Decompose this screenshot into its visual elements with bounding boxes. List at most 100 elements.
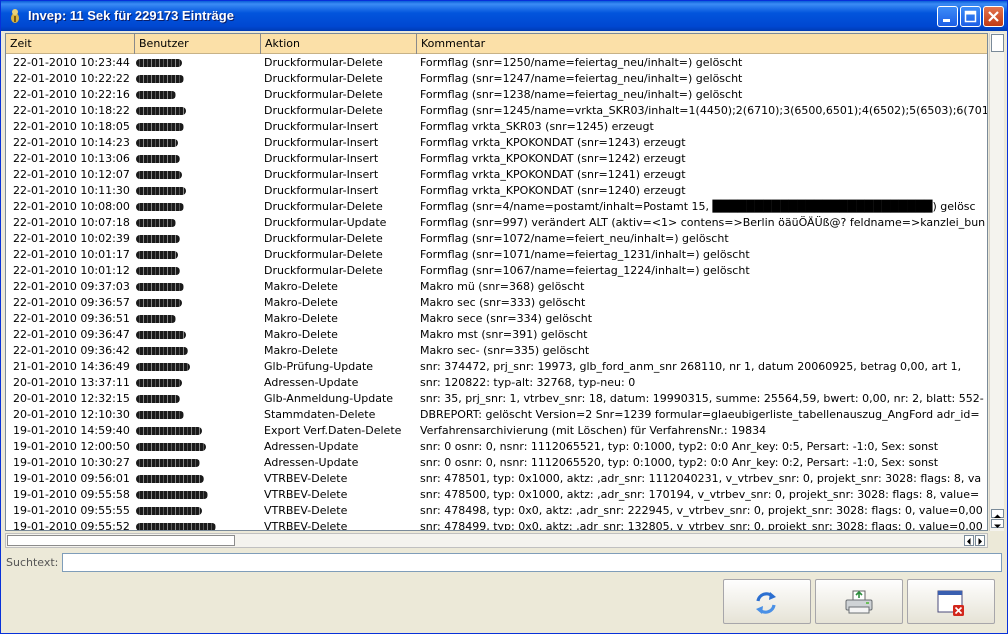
cell-benutzer-redacted xyxy=(136,407,260,423)
table-row[interactable]: 20-01-2010 12:32:15 Glb-Anmeldung-Update s… xyxy=(6,391,987,407)
table-row[interactable]: 19-01-2010 09:55:58 VTRBEV-Delete snr: 478… xyxy=(6,487,987,503)
scroll-up-arrow[interactable] xyxy=(991,509,1004,518)
cell-aktion: Makro-Delete xyxy=(264,328,338,341)
table-row[interactable]: 22-01-2010 10:22:22 Druckformular-Delete F… xyxy=(6,71,987,87)
column-header-benutzer[interactable]: Benutzer xyxy=(135,34,261,54)
table-row[interactable]: 22-01-2010 09:36:51 Makro-Delete Makro sec… xyxy=(6,311,987,327)
cell-aktion: Druckformular-Delete xyxy=(264,232,383,245)
scroll-right-arrow[interactable] xyxy=(975,535,985,546)
column-header-zeit[interactable]: Zeit xyxy=(6,34,135,54)
cell-benutzer-redacted xyxy=(136,103,260,119)
table-row[interactable]: 22-01-2010 10:12:07 Druckformular-Insert F… xyxy=(6,167,987,183)
cell-kommentar: Formflag (snr=4/name=postamt/inhalt=Post… xyxy=(420,200,976,213)
close-window-button[interactable] xyxy=(907,579,995,624)
cell-kommentar: Makro mü (snr=368) gelöscht xyxy=(420,280,585,293)
table-row[interactable]: 19-01-2010 10:30:27 Adressen-Update snr: 0… xyxy=(6,455,987,471)
table-row[interactable]: 19-01-2010 09:56:01 VTRBEV-Delete snr: 478… xyxy=(6,471,987,487)
close-icon xyxy=(988,11,999,22)
table-row[interactable]: 19-01-2010 09:55:55 VTRBEV-Delete snr: 478… xyxy=(6,503,987,519)
cell-zeit: 19-01-2010 09:55:52 xyxy=(13,520,130,531)
redaction-scribble xyxy=(136,379,182,387)
table-row[interactable]: 20-01-2010 12:10:30 Stammdaten-Delete DBRE… xyxy=(6,407,987,423)
cell-benutzer-redacted xyxy=(136,503,260,519)
vertical-scrollbar[interactable] xyxy=(989,33,1004,531)
cell-benutzer-redacted xyxy=(136,87,260,103)
table-row[interactable]: 22-01-2010 10:23:44 Druckformular-Delete F… xyxy=(6,55,987,71)
cell-kommentar: Formflag (snr=1247/name=feiertag_neu/inh… xyxy=(420,72,743,85)
refresh-button[interactable] xyxy=(723,579,811,624)
table-row[interactable]: 19-01-2010 14:59:40 Export Verf.Daten-Del… xyxy=(6,423,987,439)
table-row[interactable]: 22-01-2010 10:14:23 Druckformular-Insert F… xyxy=(6,135,987,151)
table-row[interactable]: 20-01-2010 13:37:11 Adressen-Update snr: 1… xyxy=(6,375,987,391)
cell-benutzer-redacted xyxy=(136,295,260,311)
table-row[interactable]: 22-01-2010 09:36:42 Makro-Delete Makro sec… xyxy=(6,343,987,359)
cell-zeit: 22-01-2010 10:23:44 xyxy=(13,56,130,69)
table-row[interactable]: 22-01-2010 09:36:47 Makro-Delete Makro mst… xyxy=(6,327,987,343)
refresh-icon xyxy=(756,592,776,614)
redaction-scribble xyxy=(136,299,182,307)
cell-zeit: 22-01-2010 10:12:07 xyxy=(13,168,130,181)
redaction-scribble xyxy=(136,347,188,355)
redaction-scribble xyxy=(136,315,176,323)
horizontal-scroll-thumb[interactable] xyxy=(7,535,235,546)
table-row[interactable]: 22-01-2010 10:13:06 Druckformular-Insert F… xyxy=(6,151,987,167)
redaction-scribble xyxy=(136,443,206,451)
cell-zeit: 19-01-2010 14:59:40 xyxy=(13,424,130,437)
cell-kommentar: snr: 478501, typ: 0x1000, aktz: ,adr_snr… xyxy=(420,472,982,485)
cell-kommentar: Formflag vrkta_KPOKONDAT (snr=1242) erze… xyxy=(420,152,686,165)
cell-zeit: 22-01-2010 10:02:39 xyxy=(13,232,130,245)
cell-benutzer-redacted xyxy=(136,119,260,135)
table-row[interactable]: 22-01-2010 10:01:17 Druckformular-Delete F… xyxy=(6,247,987,263)
search-label: Suchtext: xyxy=(6,556,59,569)
cell-kommentar: Formflag (snr=997) verändert ALT (aktiv=… xyxy=(420,216,986,229)
cell-kommentar: Makro mst (snr=391) gelöscht xyxy=(420,328,588,341)
column-header-kommentar[interactable]: Kommentar xyxy=(417,34,987,54)
table-row[interactable]: 22-01-2010 10:01:12 Druckformular-Delete F… xyxy=(6,263,987,279)
scroll-left-arrow[interactable] xyxy=(964,535,974,546)
cell-aktion: Glb-Anmeldung-Update xyxy=(264,392,394,405)
app-window: Invep: 11 Sek für 229173 Einträge Zeit B… xyxy=(0,0,1008,634)
cell-benutzer-redacted xyxy=(136,71,260,87)
title-bar[interactable]: Invep: 11 Sek für 229173 Einträge xyxy=(1,1,1007,31)
cell-benutzer-redacted xyxy=(136,455,260,471)
cell-benutzer-redacted xyxy=(136,359,260,375)
table-row[interactable]: 22-01-2010 09:36:57 Makro-Delete Makro sec… xyxy=(6,295,987,311)
table-row[interactable]: 22-01-2010 10:11:30 Druckformular-Insert F… xyxy=(6,183,987,199)
minimize-button[interactable] xyxy=(937,6,958,27)
column-header-aktion[interactable]: Aktion xyxy=(261,34,417,54)
table-row[interactable]: 19-01-2010 09:55:52 VTRBEV-Delete snr: 478… xyxy=(6,519,987,531)
table-row[interactable]: 21-01-2010 14:36:49 Glb-Prüfung-Update snr… xyxy=(6,359,987,375)
cell-benutzer-redacted xyxy=(136,199,260,215)
vertical-scroll-thumb[interactable] xyxy=(991,34,1004,52)
redaction-scribble xyxy=(136,155,180,163)
cell-benutzer-redacted xyxy=(136,167,260,183)
cell-zeit: 22-01-2010 09:36:47 xyxy=(13,328,130,341)
print-export-button[interactable] xyxy=(815,579,903,624)
cell-aktion: VTRBEV-Delete xyxy=(264,504,348,517)
redaction-scribble xyxy=(136,267,180,275)
table-row[interactable]: 22-01-2010 10:18:05 Druckformular-Insert F… xyxy=(6,119,987,135)
cell-aktion: Druckformular-Delete xyxy=(264,104,383,117)
cell-benutzer-redacted xyxy=(136,487,260,503)
table-row[interactable]: 22-01-2010 09:37:03 Makro-Delete Makro mü … xyxy=(6,279,987,295)
table-row[interactable]: 22-01-2010 10:18:22 Druckformular-Delete F… xyxy=(6,103,987,119)
cell-benutzer-redacted xyxy=(136,135,260,151)
table-header: Zeit Benutzer Aktion Kommentar xyxy=(6,34,987,54)
table-row[interactable]: 22-01-2010 10:02:39 Druckformular-Delete F… xyxy=(6,231,987,247)
cell-aktion: Makro-Delete xyxy=(264,312,338,325)
search-input[interactable] xyxy=(62,553,1002,572)
cell-kommentar: snr: 478499, typ: 0x0, aktz: ,adr_snr: 1… xyxy=(420,520,983,531)
close-button[interactable] xyxy=(983,6,1004,27)
table-row[interactable]: 22-01-2010 10:07:18 Druckformular-Update F… xyxy=(6,215,987,231)
redaction-scribble xyxy=(136,187,186,195)
table-row[interactable]: 22-01-2010 10:08:00 Druckformular-Delete F… xyxy=(6,199,987,215)
scroll-down-arrow[interactable] xyxy=(991,519,1004,528)
cell-benutzer-redacted xyxy=(136,391,260,407)
maximize-button[interactable] xyxy=(960,6,981,27)
cell-kommentar: Verfahrensarchivierung (mit Löschen) für… xyxy=(420,424,767,437)
horizontal-scrollbar[interactable] xyxy=(5,533,988,548)
table-row[interactable]: 19-01-2010 12:00:50 Adressen-Update snr: 0… xyxy=(6,439,987,455)
cell-zeit: 22-01-2010 10:22:16 xyxy=(13,88,130,101)
table-row[interactable]: 22-01-2010 10:22:16 Druckformular-Delete F… xyxy=(6,87,987,103)
cell-kommentar: snr: 478500, typ: 0x1000, aktz: ,adr_snr… xyxy=(420,488,980,501)
